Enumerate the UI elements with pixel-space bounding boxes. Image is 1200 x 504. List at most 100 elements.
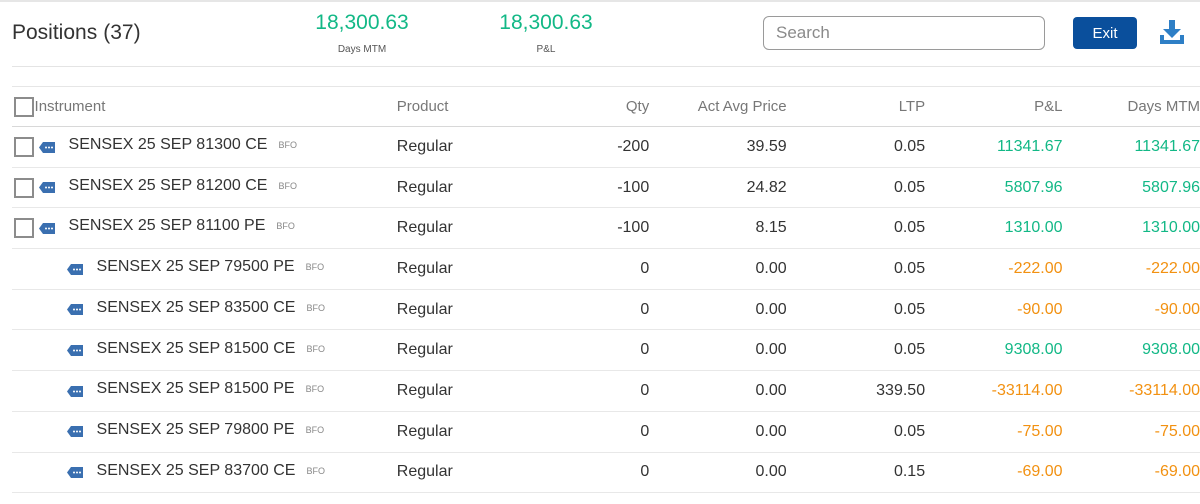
table-row[interactable]: SENSEX 25 SEP 79800 PE BFO Regular 0 0.00 0.0… xyxy=(12,411,1200,452)
qty-cell: 0 xyxy=(640,300,650,318)
pnl-cell: -33114.00 xyxy=(991,381,1063,399)
tag-icon[interactable] xyxy=(66,262,83,275)
column-instrument[interactable]: Instrument xyxy=(35,87,397,127)
qty-cell: 0 xyxy=(640,422,650,440)
table-row[interactable]: SENSEX 25 SEP 81200 CE BFO Regular -100 24.8… xyxy=(12,167,1200,208)
tag-icon[interactable] xyxy=(66,302,83,316)
days-mtm-cell: -33114.00 xyxy=(1129,381,1200,399)
avg-price-cell: 0.00 xyxy=(755,463,787,481)
days-mtm-cell: -222.00 xyxy=(1145,259,1200,277)
instrument-name: SENSEX 25 SEP 79500 PE xyxy=(96,258,295,276)
exchange-label: BFO xyxy=(305,424,325,435)
pnl-cell: -222.00 xyxy=(1008,259,1063,277)
instrument-wrap: SENSEX 25 SEP 81300 CE BFO xyxy=(13,136,297,154)
table-row[interactable]: SENSEX 25 SEP 81300 CE BFO Regular -200 39.5… xyxy=(12,127,1200,168)
positions-header: Positions (37) 18,300.63 Days MTM 18,300.… xyxy=(0,0,1200,66)
table-row[interactable]: SENSEX 25 SEP 83700 CE BFO Regular 0 0.00 0.1… xyxy=(12,452,1200,493)
select-all-checkbox[interactable] xyxy=(14,96,34,117)
instrument-cell: SENSEX 25 SEP 81500 PE BFO xyxy=(13,371,367,412)
instrument-cell: SENSEX 25 SEP 79800 PE BFO xyxy=(13,411,367,452)
table-row[interactable]: SENSEX 25 SEP 81500 PE BFO Regular 0 0.00 339… xyxy=(12,371,1200,412)
instrument-wrap: SENSEX 25 SEP 81500 CE BFO xyxy=(13,340,325,358)
product-cell: Regular xyxy=(396,381,453,399)
positions-count: (37) xyxy=(103,21,141,44)
qty-cell: -200 xyxy=(617,137,650,155)
instrument-cell: SENSEX 25 SEP 83500 CE BFO xyxy=(13,289,367,330)
instrument-wrap: SENSEX 25 SEP 81500 PE BFO xyxy=(13,380,325,398)
instrument-name: SENSEX 25 SEP 79800 PE xyxy=(96,420,295,438)
ltp-cell: 0.05 xyxy=(893,178,926,196)
avg-price-cell: 0.00 xyxy=(755,381,787,399)
product-cell: Regular xyxy=(396,422,453,440)
table-body: SENSEX 25 SEP 81300 CE BFO Regular -200 39.5… xyxy=(12,127,1200,493)
product-cell: Regular xyxy=(396,341,453,359)
tag-icon[interactable] xyxy=(66,465,83,479)
avg-price-cell: 0.00 xyxy=(755,341,787,359)
column-days-mtm[interactable]: Days MTM xyxy=(1063,87,1200,127)
exchange-label: BFO xyxy=(305,384,325,395)
instrument-wrap: SENSEX 25 SEP 79500 PE BFO xyxy=(13,258,325,276)
exit-button[interactable]: Exit xyxy=(1073,17,1137,49)
product-cell: Regular xyxy=(396,178,453,196)
column-qty[interactable]: Qty xyxy=(600,87,649,127)
days-mtm-cell: 11341.67 xyxy=(1134,137,1200,155)
qty-cell: 0 xyxy=(640,381,650,399)
table-row[interactable]: SENSEX 25 SEP 81500 CE BFO Regular 0 0.00 0.0… xyxy=(12,330,1200,371)
instrument-wrap: SENSEX 25 SEP 81100 PE BFO xyxy=(13,217,295,235)
days-mtm-summary: 18,300.63 Days MTM xyxy=(300,10,424,55)
column-ltp[interactable]: LTP xyxy=(787,87,925,127)
table-row[interactable]: SENSEX 25 SEP 83500 CE BFO Regular 0 0.00 0.0… xyxy=(12,289,1200,330)
pnl-cell: -90.00 xyxy=(1017,300,1063,318)
download-icon[interactable] xyxy=(1158,18,1186,46)
instrument-wrap: SENSEX 25 SEP 79800 PE BFO xyxy=(13,420,325,439)
instrument-wrap: SENSEX 25 SEP 83500 CE BFO xyxy=(13,299,325,317)
ltp-cell: 0.05 xyxy=(893,300,926,318)
tag-icon[interactable] xyxy=(66,343,83,357)
column-avg-price[interactable]: Act Avg Price xyxy=(649,87,787,127)
header-divider xyxy=(12,66,1200,67)
instrument-wrap: SENSEX 25 SEP 83700 CE BFO xyxy=(13,462,325,480)
instrument-name: SENSEX 25 SEP 81200 CE xyxy=(68,176,268,194)
product-cell: Regular xyxy=(396,137,453,155)
days-mtm-cell: 9308.00 xyxy=(1142,341,1200,359)
table-row[interactable]: SENSEX 25 SEP 79500 PE BFO Regular 0 0.00 0.0… xyxy=(12,249,1200,290)
ltp-cell: 339.50 xyxy=(876,381,926,399)
ltp-cell: 0.15 xyxy=(893,463,926,481)
tag-icon[interactable] xyxy=(66,424,83,438)
instrument-name: SENSEX 25 SEP 81500 PE xyxy=(96,380,295,398)
product-cell: Regular xyxy=(396,300,453,318)
pnl-cell: 9308.00 xyxy=(1004,341,1063,359)
days-mtm-value: 18,300.63 xyxy=(315,11,409,34)
table-header-row: Instrument Product Qty Act Avg Price LTP… xyxy=(12,86,1200,127)
table-row[interactable]: SENSEX 25 SEP 81100 PE BFO Regular -100 8.15… xyxy=(12,208,1200,249)
instrument-cell: SENSEX 25 SEP 83700 CE BFO xyxy=(13,452,367,493)
tag-icon[interactable] xyxy=(66,384,83,397)
days-mtm-cell: -90.00 xyxy=(1154,300,1200,318)
product-cell: Regular xyxy=(396,463,453,481)
avg-price-cell: 24.82 xyxy=(746,178,787,196)
qty-cell: -100 xyxy=(617,178,650,196)
days-mtm-label: Days MTM xyxy=(337,44,387,55)
exchange-label: BFO xyxy=(278,140,297,151)
pnl-cell: -69.00 xyxy=(1017,463,1063,481)
tag-icon[interactable] xyxy=(38,221,55,234)
pnl-cell: 5807.96 xyxy=(1004,178,1063,196)
column-product[interactable]: Product xyxy=(397,87,601,127)
ltp-cell: 0.05 xyxy=(893,259,926,277)
pnl-label: P&L xyxy=(536,44,556,55)
exchange-label: BFO xyxy=(305,262,325,273)
tag-icon[interactable] xyxy=(38,180,55,194)
qty-cell: 0 xyxy=(640,463,650,481)
pnl-cell: 11341.67 xyxy=(996,137,1063,155)
tag-icon[interactable] xyxy=(38,140,55,153)
qty-cell: -100 xyxy=(617,219,650,237)
ltp-cell: 0.05 xyxy=(893,137,926,155)
column-pnl[interactable]: P&L xyxy=(925,87,1062,127)
instrument-cell: SENSEX 25 SEP 81100 PE BFO xyxy=(13,208,367,249)
exchange-label: BFO xyxy=(278,180,297,191)
page-title-label: Positions xyxy=(12,21,98,44)
search-input[interactable] xyxy=(763,16,1045,50)
instrument-name: SENSEX 25 SEP 83700 CE xyxy=(96,461,296,479)
page-title: Positions (37) xyxy=(12,21,141,45)
days-mtm-cell: 1310.00 xyxy=(1142,219,1200,237)
